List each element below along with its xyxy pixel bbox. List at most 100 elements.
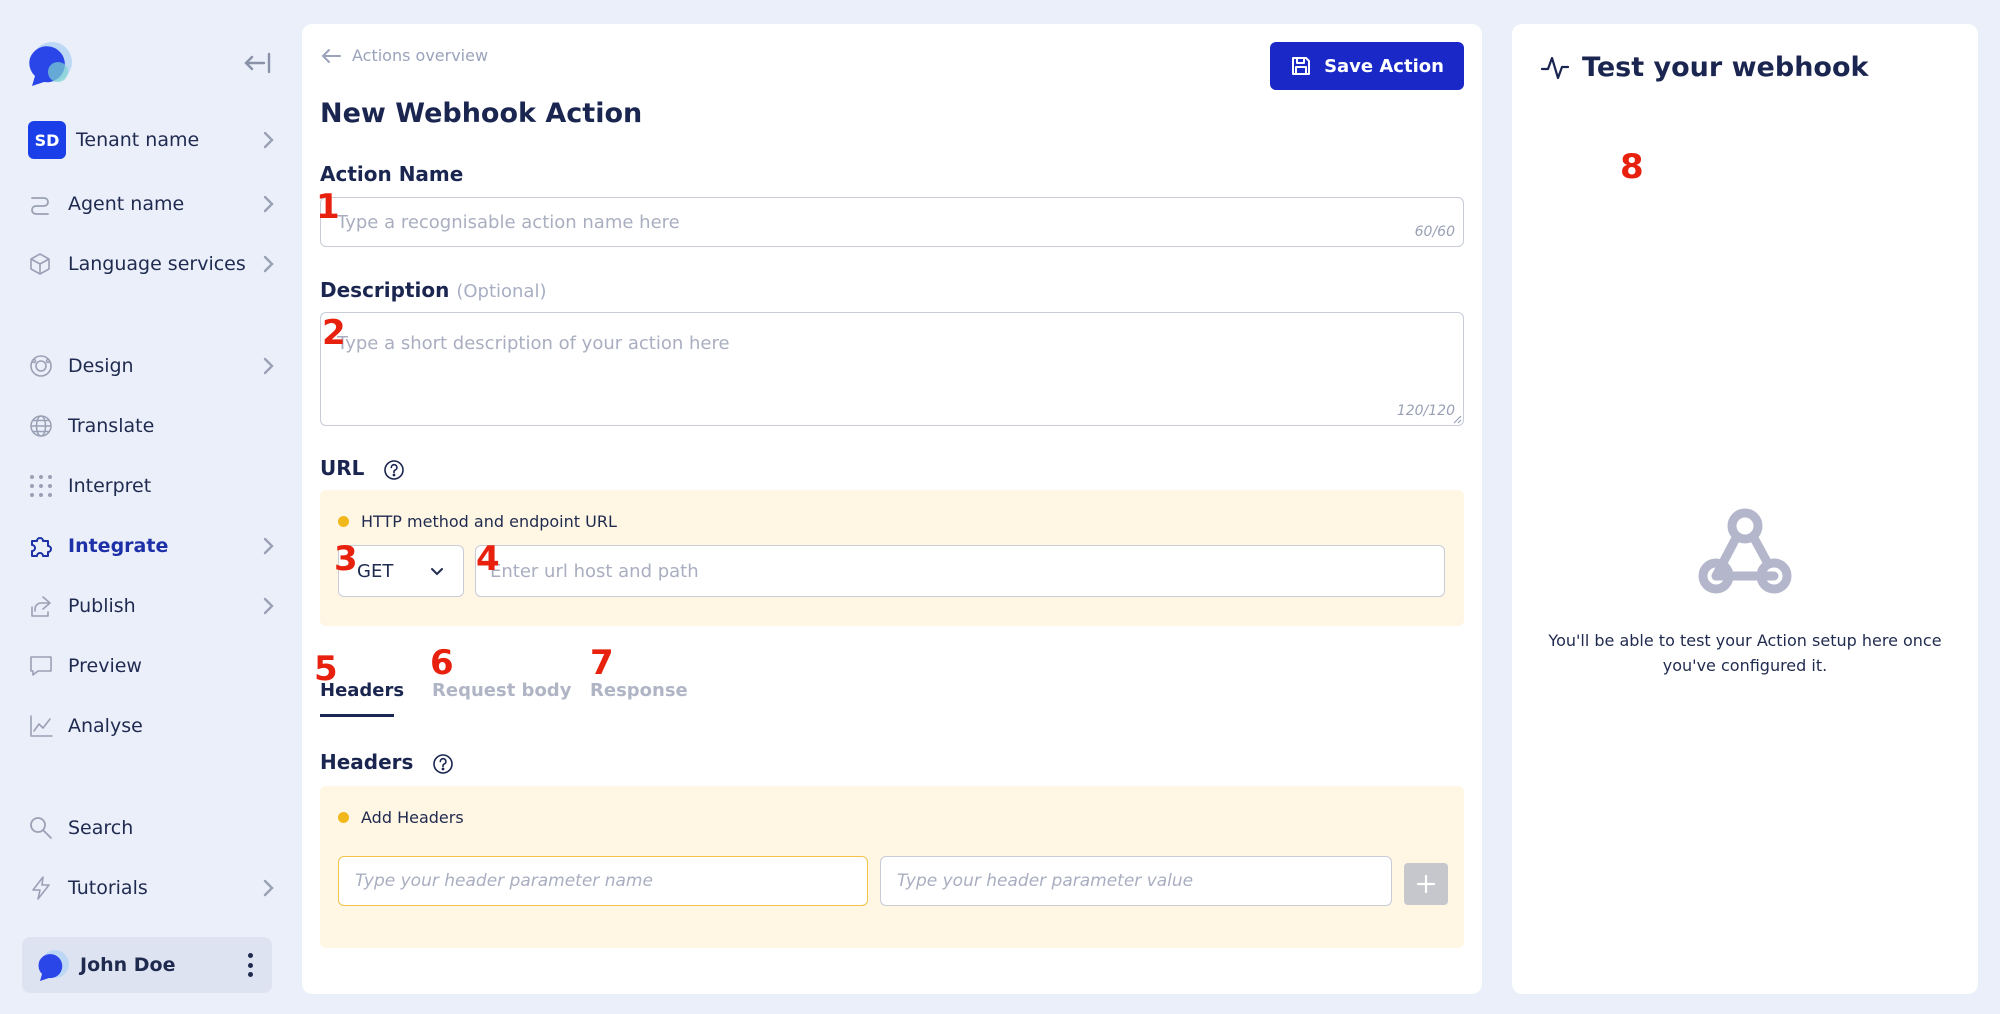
chart-icon	[30, 715, 53, 737]
marker-3: 3	[334, 539, 358, 579]
chevron-right-icon	[263, 537, 274, 555]
header-name-input[interactable]: Type your header parameter name	[338, 856, 868, 906]
back-link[interactable]: Actions overview	[320, 46, 488, 65]
action-editor: Actions overview Save Action New Webhook…	[302, 24, 1482, 994]
sidebar-item-label: Design	[68, 355, 134, 377]
sidebar-item-label: Translate	[68, 415, 155, 437]
pulse-icon	[1540, 56, 1570, 79]
sidebar-item-label: Language services	[68, 253, 246, 275]
add-header-button[interactable]	[1404, 863, 1448, 905]
sidebar-item-label: Preview	[68, 655, 142, 677]
cube-icon	[30, 253, 50, 275]
sidebar-item-translate[interactable]: Translate	[28, 404, 278, 448]
sidebar-item-agent[interactable]: Agent name	[28, 182, 278, 226]
sidebar-item-label: Integrate	[68, 535, 169, 557]
headers-warning-box: Add Headers Type your header parameter n…	[320, 786, 1464, 948]
marker-8: 8	[1620, 147, 1644, 187]
test-webhook-panel: Test your webhook 8 You'll be able to te…	[1512, 24, 1978, 994]
action-name-counter: 60/60	[1414, 224, 1455, 240]
arrow-left-icon	[321, 48, 341, 63]
tenant-badge: SD	[28, 121, 66, 159]
tab-response[interactable]: Response	[590, 680, 688, 701]
chevron-right-icon	[263, 879, 274, 897]
puzzle-icon	[31, 537, 52, 557]
collapse-left-icon[interactable]	[240, 46, 274, 80]
save-action-label: Save Action	[1324, 55, 1444, 77]
sidebar-item-tutorials[interactable]: Tutorials	[28, 866, 278, 910]
marker-5: 5	[314, 649, 338, 689]
user-card[interactable]: John Doe	[22, 937, 272, 993]
sidebar-item-search[interactable]: Search	[28, 806, 278, 850]
design-icon	[30, 355, 52, 377]
action-name-input[interactable]: Type a recognisable action name here 60/…	[320, 197, 1464, 247]
sidebar-item-interpret[interactable]: Interpret	[28, 464, 278, 508]
sidebar-item-label: Agent name	[68, 193, 185, 215]
marker-7: 7	[590, 643, 614, 683]
sidebar-item-label: Search	[68, 817, 134, 839]
dots-grid-icon	[30, 475, 52, 497]
http-method-value: GET	[357, 560, 394, 582]
sidebar-item-tenant[interactable]: SD Tenant name	[28, 118, 278, 162]
headers-label-text: Headers	[320, 750, 414, 774]
header-value-input[interactable]: Type your header parameter value	[880, 856, 1392, 906]
header-value-placeholder: Type your header parameter value	[897, 871, 1194, 891]
url-warning: HTTP method and endpoint URL	[338, 512, 617, 531]
chevron-right-icon	[263, 131, 274, 149]
headers-label: Headers	[320, 750, 454, 775]
action-name-label: Action Name	[320, 162, 464, 186]
warning-dot-icon	[338, 516, 349, 527]
action-name-placeholder: Type a recognisable action name here	[337, 211, 680, 233]
plus-icon	[1416, 874, 1436, 894]
kebab-menu-icon[interactable]	[240, 950, 260, 980]
sidebar-item-publish[interactable]: Publish	[28, 584, 278, 628]
sidebar-item-language-services[interactable]: Language services	[28, 242, 278, 286]
search-icon	[30, 817, 52, 839]
save-icon	[1292, 57, 1311, 75]
description-textarea[interactable]: Type a short description of your action …	[320, 312, 1464, 426]
optional-hint: (Optional)	[456, 281, 547, 302]
headers-warning: Add Headers	[338, 808, 464, 827]
lightning-icon	[32, 876, 50, 900]
marker-2: 2	[322, 313, 346, 353]
sidebar-item-integrate[interactable]: Integrate	[28, 524, 278, 568]
back-link-label: Actions overview	[352, 46, 489, 65]
sidebar-item-label: Publish	[68, 595, 136, 617]
sidebar-item-label: Interpret	[68, 475, 152, 497]
chevron-right-icon	[263, 255, 274, 273]
share-icon	[31, 596, 51, 617]
sidebar-item-label: Tenant name	[76, 129, 200, 151]
url-input[interactable]: Enter url host and path	[475, 545, 1445, 597]
url-placeholder: Enter url host and path	[490, 560, 699, 582]
app-logo-icon[interactable]	[22, 38, 74, 90]
help-icon[interactable]	[383, 459, 405, 481]
description-counter: 120/120	[1396, 403, 1455, 419]
tab-active-indicator	[320, 714, 394, 717]
chevron-right-icon	[263, 357, 274, 375]
chevron-right-icon	[263, 597, 274, 615]
sidebar-item-analyse[interactable]: Analyse	[28, 704, 278, 748]
test-panel-message: You'll be able to test your Action setup…	[1548, 631, 1942, 675]
help-icon[interactable]	[432, 753, 454, 775]
url-warning-text: HTTP method and endpoint URL	[361, 512, 617, 531]
avatar	[38, 950, 69, 981]
webhook-icon	[1698, 508, 1792, 594]
url-label: URL	[320, 456, 405, 481]
sidebar-item-label: Tutorials	[68, 877, 148, 899]
globe-icon	[30, 415, 52, 437]
save-action-button[interactable]: Save Action	[1270, 42, 1464, 90]
sidebar-item-design[interactable]: Design	[28, 344, 278, 388]
sidebar: SD Tenant name Agent name Language servi…	[0, 0, 290, 1014]
sidebar-item-label: Analyse	[68, 715, 143, 737]
tab-request-body[interactable]: Request body	[432, 680, 571, 701]
page-title: New Webhook Action	[320, 98, 643, 129]
warning-dot-icon	[338, 812, 349, 823]
test-panel-title: Test your webhook	[1540, 52, 1868, 83]
marker-6: 6	[430, 643, 454, 683]
chat-preview-icon	[30, 656, 52, 676]
marker-1: 1	[316, 187, 340, 227]
resize-handle-icon[interactable]	[1452, 414, 1462, 424]
sidebar-item-preview[interactable]: Preview	[28, 644, 278, 688]
test-panel-title-text: Test your webhook	[1582, 52, 1869, 83]
marker-4: 4	[476, 539, 500, 579]
chevron-down-icon	[431, 568, 443, 576]
